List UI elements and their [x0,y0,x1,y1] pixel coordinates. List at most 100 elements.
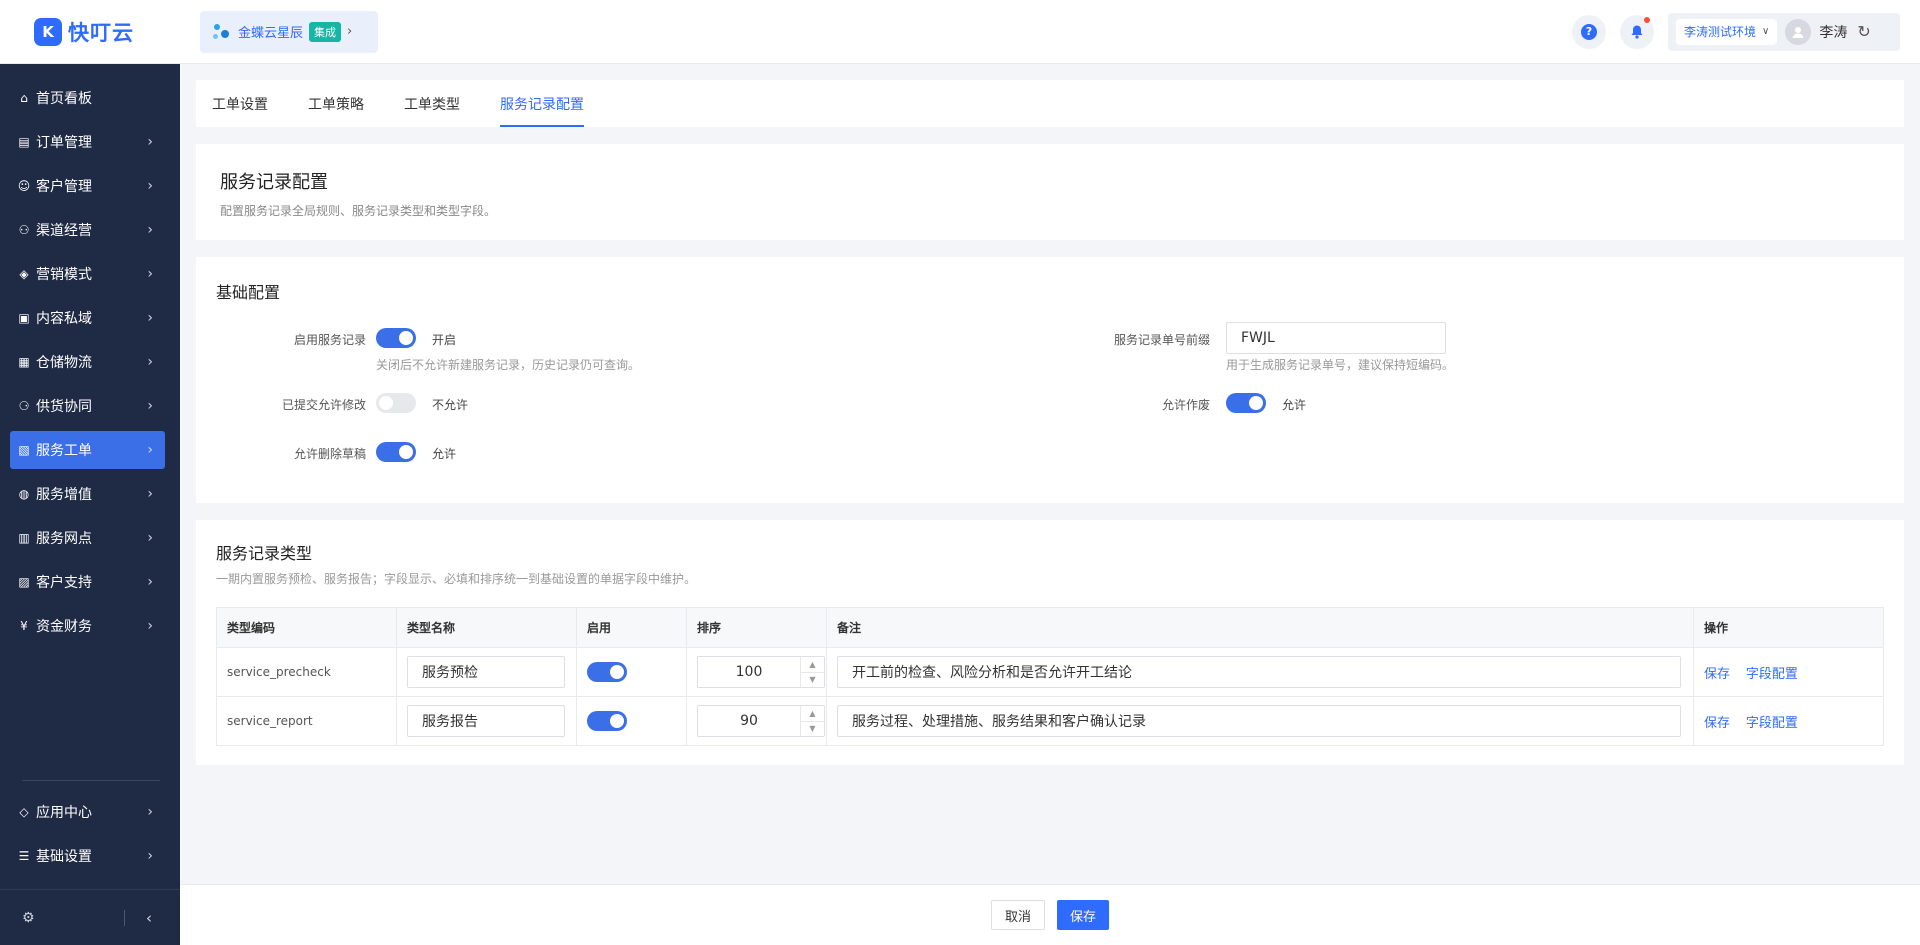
help-button[interactable]: ? [1572,14,1606,49]
chevron-down-icon[interactable]: ▼ [801,673,824,688]
chevron-right-icon: › [347,24,353,39]
chevron-up-icon[interactable]: ▲ [801,706,824,722]
record-types-description: 一期内置服务预检、服务报告；字段显示、必填和排序统一到基础设置的单据字段中维护。 [216,572,697,586]
bag-icon: ◍ [18,487,30,501]
sidebar-item-supply[interactable]: ⚆ 供货协同 › [10,387,165,425]
avatar[interactable] [1785,18,1812,45]
sidebar-item-label: 内容私域 [36,311,92,327]
type-code: service_report [216,696,397,746]
gear-icon[interactable]: ⚙ [22,910,35,926]
type-name-input[interactable] [407,705,565,737]
row-save-link[interactable]: 保存 [1704,667,1730,682]
user-name: 李涛 [1819,24,1848,41]
chevron-right-icon: › [147,134,153,150]
allow-delete-switch[interactable] [376,442,416,462]
chevron-right-icon: › [147,530,153,546]
allow-delete-state: 允许 [432,447,457,461]
integration-switcher[interactable]: 金蝶云星辰 集成 › [200,10,378,53]
sidebar-item-warehouse[interactable]: ▦ 仓储物流 › [10,343,165,381]
type-name-input[interactable] [407,656,565,688]
sidebar-item-bag[interactable]: ◍ 服务增值 › [10,475,165,513]
chevron-right-icon: › [147,618,153,634]
allow-void-switch[interactable] [1226,393,1266,413]
sidebar-item-settings[interactable]: ☰ 基础设置 › [10,837,165,875]
type-enabled-switch[interactable] [587,662,627,682]
order-stepper[interactable]: 90 ▲ ▼ [697,705,825,737]
column-header-note: 备注 [826,607,1694,648]
help-icon: ? [1581,23,1597,40]
prefix-label: 服务记录单号前缀 [1113,333,1210,347]
chevron-right-icon: › [147,178,153,194]
footer-divider [124,910,125,926]
tab-0[interactable]: 工单设置 [212,80,268,127]
notification-button[interactable] [1620,14,1654,49]
basic-config-card: 基础配置 启用服务记录 开启 关闭后不允许新建服务记录，历史记录仍可查询。 已提… [196,257,1904,503]
field-config-link[interactable]: 字段配置 [1746,716,1798,731]
cancel-button[interactable]: 取消 [990,900,1045,930]
logo-text: 快叮云 [68,20,134,45]
tabs-bar: 工单设置 工单策略 工单类型 服务记录配置 [196,80,1904,127]
chevron-right-icon: › [147,442,153,458]
sidebar-item-finance[interactable]: ¥ 资金财务 › [10,607,165,645]
notification-dot [1644,16,1650,23]
tab-1[interactable]: 工单策略 [308,80,364,127]
sidebar-item-order[interactable]: ▤ 订单管理 › [10,123,165,161]
integration-name: 金蝶云星辰 [238,26,304,41]
record-types-table: 类型编码 类型名称 启用 排序 备注 操作 service_precheck 1… [216,607,1884,746]
page-description: 配置服务记录全局规则、服务记录类型和类型字段。 [220,204,497,218]
allow-edit-switch[interactable] [376,393,416,413]
sidebar-item-home[interactable]: ⌂ 首页看板 [10,79,165,117]
environment-select[interactable]: 李涛测试环境 ∨ [1676,18,1778,45]
sidebar-item-app[interactable]: ◇ 应用中心 › [10,793,165,831]
chevron-right-icon: › [147,574,153,590]
prefix-help: 用于生成服务记录单号，建议保持短编码。 [1226,358,1455,372]
sidebar-item-channel[interactable]: ⚇ 渠道经营 › [10,211,165,249]
chevron-right-icon: › [147,222,153,238]
sidebar-item-store[interactable]: ▥ 服务网点 › [10,519,165,557]
ticket-icon: ▧ [18,443,30,457]
app-logo[interactable]: K 快叮云 [0,0,180,64]
row-save-link[interactable]: 保存 [1704,716,1730,731]
chevron-right-icon: › [147,266,153,282]
chevron-down-icon[interactable]: ▼ [801,722,824,737]
sidebar-item-image[interactable]: ▣ 内容私域 › [10,299,165,337]
column-header-enabled: 启用 [576,607,687,648]
user-avatar-icon [1792,26,1804,38]
environment-label: 李涛测试环境 [1684,25,1757,39]
type-enabled-switch[interactable] [587,711,627,731]
sidebar-item-support[interactable]: ▨ 客户支持 › [10,563,165,601]
sidebar-item-user[interactable]: ☺ 客户管理 › [10,167,165,205]
table-header-row: 类型编码 类型名称 启用 排序 备注 操作 [216,607,1884,648]
table-row: service_report 90 ▲▼ 服务过程、处理措施、服务结果和客户确认… [216,696,1884,746]
sidebar-item-label: 服务增值 [36,487,92,503]
column-header-actions: 操作 [1693,607,1884,648]
collapse-sidebar-icon[interactable]: ‹ [146,909,152,927]
page-title: 服务记录配置 [220,172,328,193]
save-button[interactable]: 保存 [1057,900,1110,930]
image-icon: ▣ [18,311,30,325]
note-input[interactable]: 服务过程、处理措施、服务结果和客户确认记录 [837,705,1681,737]
column-header-name: 类型名称 [396,607,577,648]
top-header: K 快叮云 金蝶云星辰 集成 › ? 李涛测试环境 ∨ 李涛 ↻ [0,0,1920,64]
enable-record-switch[interactable] [376,328,416,348]
sidebar-item-tag[interactable]: ◈ 营销模式 › [10,255,165,293]
sidebar-item-label: 服务工单 [36,443,92,459]
channel-icon: ⚇ [18,223,30,237]
sidebar-item-label: 基础设置 [36,849,92,865]
refresh-icon[interactable]: ↻ [1857,22,1870,41]
note-input[interactable]: 开工前的检查、风险分析和是否允许开工结论 [837,656,1681,688]
record-types-title: 服务记录类型 [216,544,313,563]
prefix-input[interactable] [1226,322,1446,354]
field-config-link[interactable]: 字段配置 [1746,667,1798,682]
allow-edit-label: 已提交允许修改 [281,398,366,412]
sidebar-item-ticket[interactable]: ▧ 服务工单 › [10,431,165,469]
tab-3[interactable]: 服务记录配置 [500,80,584,127]
enable-record-help: 关闭后不允许新建服务记录，历史记录仍可查询。 [376,358,641,372]
chevron-right-icon: › [147,354,153,370]
column-header-code: 类型编码 [216,607,397,648]
enable-record-state: 开启 [432,333,457,347]
chevron-up-icon[interactable]: ▲ [801,657,824,673]
tag-icon: ◈ [19,267,29,281]
tab-2[interactable]: 工单类型 [404,80,460,127]
order-stepper[interactable]: 100 ▲ ▼ [697,656,825,688]
